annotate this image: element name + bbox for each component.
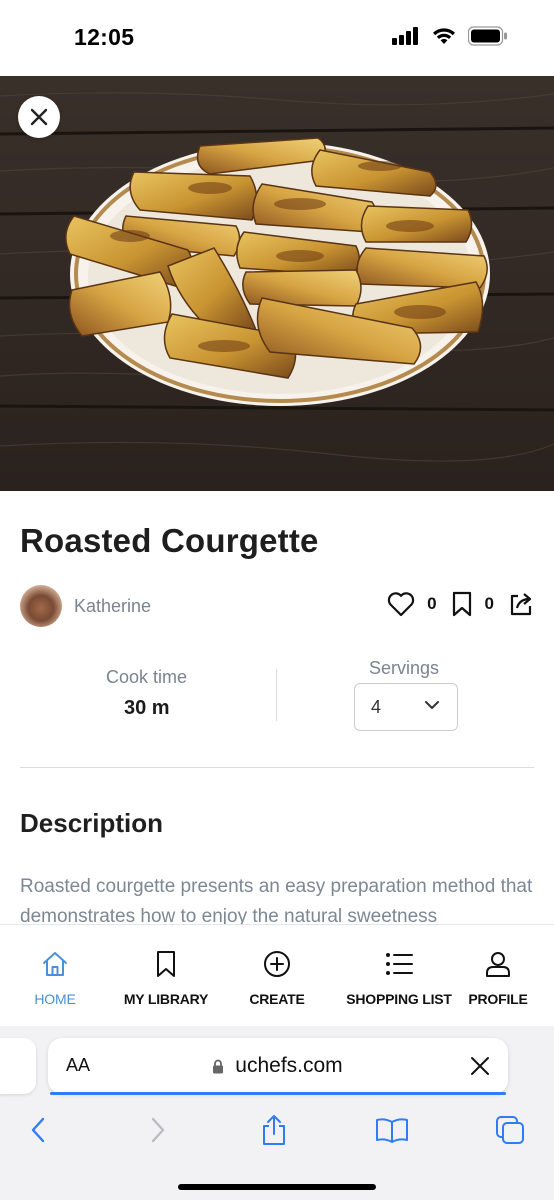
close-button[interactable]	[18, 96, 60, 138]
battery-icon	[468, 26, 507, 46]
back-button[interactable]	[16, 1108, 60, 1152]
description-heading: Description	[20, 808, 164, 838]
previous-tab[interactable]	[0, 1038, 36, 1094]
heart-icon[interactable]	[387, 591, 415, 617]
nav-my-library[interactable]: MY LIBRARY	[118, 925, 214, 1027]
nav-profile-label: PROFILE	[468, 991, 528, 1007]
section-divider	[20, 767, 534, 768]
home-indicator	[178, 1184, 376, 1190]
share-icon[interactable]	[508, 591, 534, 617]
status-icons	[392, 26, 508, 46]
nav-home-label: HOME	[34, 991, 76, 1007]
signal-icon	[392, 27, 418, 45]
url-text: uchefs.com	[48, 1054, 508, 1078]
author-row: Katherine 0 0	[20, 585, 534, 627]
user-icon	[486, 952, 510, 977]
home-icon	[43, 952, 67, 976]
chevron-left-icon	[31, 1117, 45, 1143]
description-text: Roasted courgette presents an easy prepa…	[20, 876, 533, 926]
address-bar[interactable]: AA uchefs.com	[48, 1038, 508, 1094]
nav-shopping-list[interactable]: SHOPPING LIST	[340, 925, 458, 1027]
plus-circle-icon	[264, 951, 290, 977]
nav-create-label: CREATE	[249, 991, 305, 1007]
chevron-right-icon	[151, 1117, 165, 1143]
close-icon[interactable]	[470, 1056, 490, 1076]
servings-select[interactable]: 4	[354, 683, 458, 731]
cook-time-label: Cook time	[106, 667, 188, 687]
bookmark-icon	[157, 951, 175, 977]
book-icon	[376, 1118, 408, 1143]
save-count: 0	[484, 594, 494, 613]
meta-divider	[276, 669, 277, 721]
bottom-nav: HOME MY LIBRARY CREATE SHOPPING LIST PRO…	[0, 924, 554, 1026]
recipe-actions: 0 0	[387, 591, 534, 617]
nav-my-library-label: MY LIBRARY	[123, 991, 209, 1007]
url-value: uchefs.com	[235, 1054, 343, 1077]
status-time: 12:05	[74, 24, 135, 50]
wifi-icon	[433, 28, 455, 44]
page-load-progress	[50, 1092, 506, 1095]
tabs-button[interactable]	[488, 1108, 532, 1152]
share-button[interactable]	[252, 1108, 296, 1152]
browser-chrome: AA uchefs.com	[0, 1026, 554, 1200]
bookmark-icon[interactable]	[451, 591, 473, 617]
close-icon	[30, 108, 48, 126]
bookmarks-button[interactable]	[370, 1108, 414, 1152]
forward-button[interactable]	[136, 1108, 180, 1152]
nav-shopping-list-label: SHOPPING LIST	[346, 991, 452, 1007]
servings-label: Servings	[369, 658, 440, 678]
recipe-hero-image	[0, 76, 554, 491]
nav-profile[interactable]: PROFILE	[464, 925, 532, 1027]
nav-create[interactable]: CREATE	[240, 925, 314, 1027]
author-name[interactable]: Katherine	[74, 596, 151, 617]
browser-toolbar	[0, 1108, 554, 1152]
share-icon	[263, 1115, 285, 1145]
tabs-icon	[496, 1116, 524, 1144]
cook-time-value: 30 m	[124, 697, 170, 719]
status-bar: 12:05	[0, 0, 554, 76]
list-icon	[386, 953, 413, 975]
avatar[interactable]	[20, 585, 62, 627]
like-count: 0	[427, 594, 437, 613]
chevron-down-icon	[425, 701, 439, 709]
recipe-title: Roasted Courgette	[20, 522, 319, 559]
recipe-meta: Cook time 30 m Servings 4	[20, 655, 534, 735]
servings-value: 4	[371, 697, 382, 717]
nav-home[interactable]: HOME	[20, 925, 90, 1027]
